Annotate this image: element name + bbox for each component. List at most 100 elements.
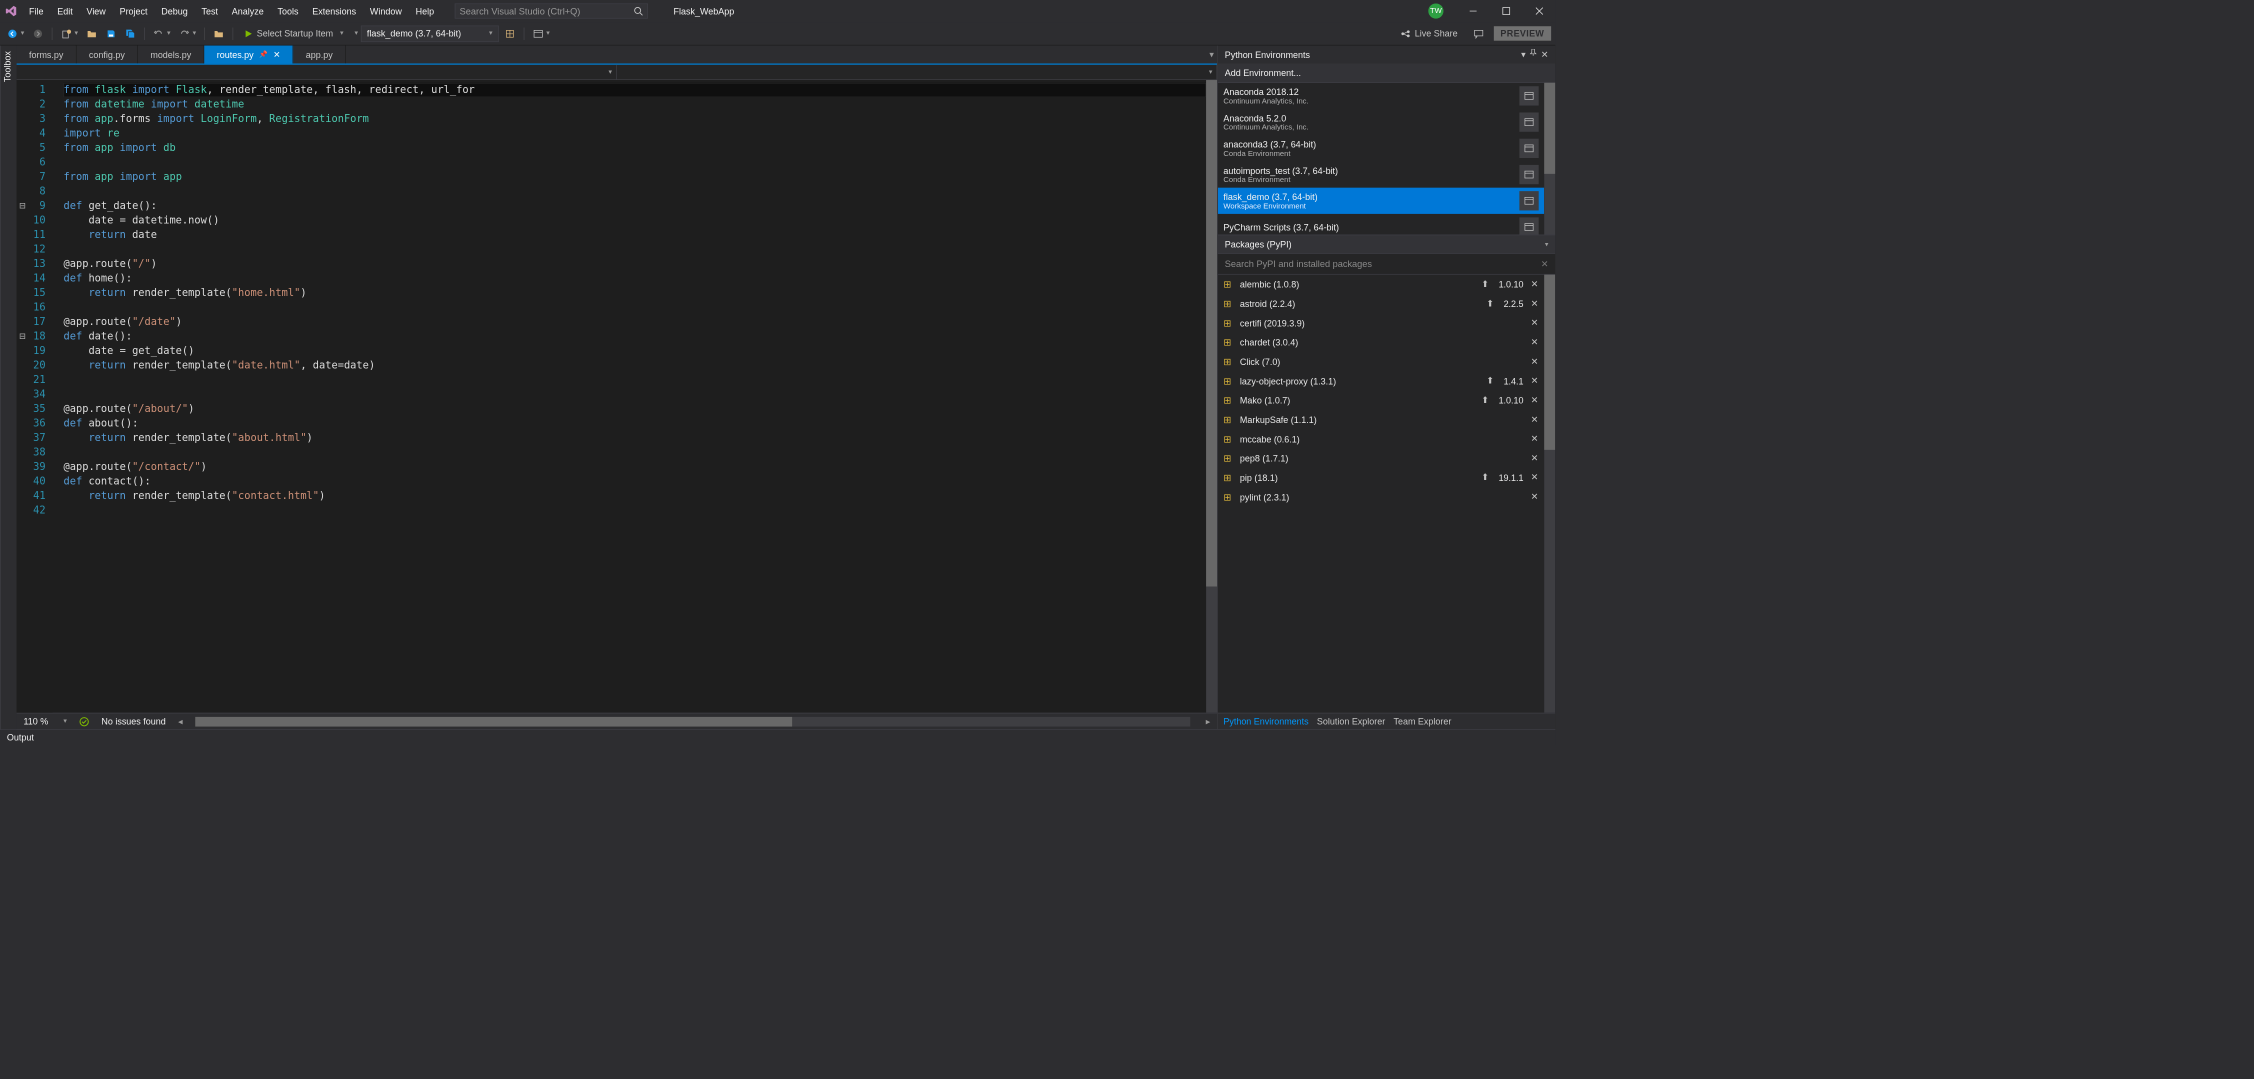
code-line[interactable]: from app import db xyxy=(64,141,1207,155)
document-tab-config-py[interactable]: config.py xyxy=(76,46,137,64)
package-row[interactable]: ⊞certifi (2019.3.9)✕ xyxy=(1218,313,1544,332)
code-line[interactable]: @app.route("/") xyxy=(64,257,1207,271)
panel-tab-team-explorer[interactable]: Team Explorer xyxy=(1394,716,1452,726)
python-env-dropdown[interactable]: flask_demo (3.7, 64-bit) ▾ xyxy=(361,25,499,42)
code-line[interactable]: @app.route("/about/") xyxy=(64,402,1207,416)
code-line[interactable]: @app.route("/date") xyxy=(64,315,1207,329)
open-env-window-icon[interactable] xyxy=(1519,217,1538,234)
environment-row[interactable]: Anaconda 2018.12Continuum Analytics, Inc… xyxy=(1218,83,1544,109)
fold-icon[interactable]: ⊟ xyxy=(19,199,25,213)
code-line[interactable]: import re xyxy=(64,126,1207,140)
panel-close-icon[interactable]: ✕ xyxy=(1541,49,1549,60)
code-line[interactable] xyxy=(64,300,1207,314)
env-list-vscrollbar[interactable] xyxy=(1544,83,1555,235)
menu-item-project[interactable]: Project xyxy=(113,0,155,22)
uninstall-package-icon[interactable]: ✕ xyxy=(1530,491,1538,502)
close-tab-icon[interactable]: ✕ xyxy=(273,50,280,60)
uninstall-package-icon[interactable]: ✕ xyxy=(1530,317,1538,328)
pkg-list-vscrollbar[interactable] xyxy=(1544,275,1555,713)
package-row[interactable]: ⊞MarkupSafe (1.1.1)✕ xyxy=(1218,410,1544,429)
menu-item-window[interactable]: Window xyxy=(363,0,409,22)
code-line[interactable]: return render_template("about.html") xyxy=(64,431,1207,445)
code-line[interactable] xyxy=(64,445,1207,459)
code-line[interactable]: from flask import Flask, render_template… xyxy=(64,83,1207,97)
zoom-caret-icon[interactable]: ▾ xyxy=(63,718,66,726)
code-line[interactable]: def home(): xyxy=(64,271,1207,285)
package-row[interactable]: ⊞astroid (2.2.4)⬆2.2.5✕ xyxy=(1218,294,1544,313)
panel-tab-python-environments[interactable]: Python Environments xyxy=(1223,716,1308,726)
toolbox-tab[interactable]: Toolbox xyxy=(0,46,17,730)
editor-hscrollbar[interactable] xyxy=(195,717,1191,727)
environment-row[interactable]: autoimports_test (3.7, 64-bit)Conda Envi… xyxy=(1218,161,1544,187)
nav-dropdown-right[interactable]: ▾ xyxy=(617,65,1217,79)
package-row[interactable]: ⊞pep8 (1.7.1)✕ xyxy=(1218,449,1544,468)
pin-icon[interactable]: 📌 xyxy=(259,51,268,59)
package-row[interactable]: ⊞Mako (1.0.7)⬆1.0.10✕ xyxy=(1218,391,1544,410)
package-search-box[interactable]: ✕ xyxy=(1218,254,1555,275)
folder-button[interactable] xyxy=(211,25,228,42)
close-button[interactable] xyxy=(1524,0,1556,22)
document-tab-models-py[interactable]: models.py xyxy=(138,46,204,64)
code-line[interactable]: def date(): xyxy=(64,329,1207,343)
zoom-level[interactable]: 110 % xyxy=(23,716,48,726)
tabstrip-overflow[interactable]: ▾ xyxy=(1206,46,1217,64)
menu-item-test[interactable]: Test xyxy=(195,0,225,22)
feedback-button[interactable] xyxy=(1470,25,1487,42)
package-row[interactable]: ⊞alembic (1.0.8)⬆1.0.10✕ xyxy=(1218,275,1544,294)
open-env-window-icon[interactable] xyxy=(1519,139,1538,158)
code-line[interactable] xyxy=(64,184,1207,198)
open-env-window-icon[interactable] xyxy=(1519,165,1538,184)
menu-item-debug[interactable]: Debug xyxy=(154,0,194,22)
code-line[interactable]: date = get_date() xyxy=(64,344,1207,358)
clear-search-icon[interactable]: ✕ xyxy=(1541,258,1549,269)
uninstall-package-icon[interactable]: ✕ xyxy=(1530,337,1538,348)
code-line[interactable] xyxy=(64,242,1207,256)
menu-item-view[interactable]: View xyxy=(80,0,113,22)
package-search-input[interactable] xyxy=(1225,259,1541,269)
panel-dropdown-icon[interactable]: ▾ xyxy=(1521,49,1526,60)
panel-tab-solution-explorer[interactable]: Solution Explorer xyxy=(1317,716,1385,726)
packages-source-dropdown[interactable]: Packages (PyPI) ▾ xyxy=(1218,235,1555,254)
fold-icon[interactable]: ⊟ xyxy=(19,329,25,343)
uninstall-package-icon[interactable]: ✕ xyxy=(1530,279,1538,290)
uninstall-package-icon[interactable]: ✕ xyxy=(1530,453,1538,464)
open-env-window-icon[interactable] xyxy=(1519,191,1538,210)
code-line[interactable] xyxy=(64,373,1207,387)
code-line[interactable]: def contact(): xyxy=(64,474,1207,488)
nav-forward-button[interactable] xyxy=(30,25,47,42)
open-env-window-icon[interactable] xyxy=(1519,112,1538,131)
uninstall-package-icon[interactable]: ✕ xyxy=(1530,375,1538,386)
menu-item-extensions[interactable]: Extensions xyxy=(305,0,363,22)
code-content[interactable]: from flask import Flask, render_template… xyxy=(52,80,1206,713)
code-line[interactable]: @app.route("/contact/") xyxy=(64,460,1207,474)
panel-pin-icon[interactable] xyxy=(1530,49,1537,60)
code-line[interactable]: from app.forms import LoginForm, Registr… xyxy=(64,112,1207,126)
uninstall-package-icon[interactable]: ✕ xyxy=(1530,472,1538,483)
maximize-button[interactable] xyxy=(1490,0,1522,22)
document-tab-routes-py[interactable]: routes.py📌✕ xyxy=(204,46,293,64)
uninstall-package-icon[interactable]: ✕ xyxy=(1530,395,1538,406)
redo-button[interactable]: ▾ xyxy=(176,25,199,42)
scroll-right-icon[interactable]: ▸ xyxy=(1206,716,1211,727)
package-row[interactable]: ⊞Click (7.0)✕ xyxy=(1218,352,1544,371)
menu-item-analyze[interactable]: Analyze xyxy=(225,0,271,22)
package-row[interactable]: ⊞pip (18.1)⬆19.1.1✕ xyxy=(1218,468,1544,487)
uninstall-package-icon[interactable]: ✕ xyxy=(1530,298,1538,309)
open-env-window-icon[interactable] xyxy=(1519,86,1538,105)
environment-row[interactable]: PyCharm Scripts (3.7, 64-bit) xyxy=(1218,214,1544,235)
environment-row[interactable]: flask_demo (3.7, 64-bit)Workspace Enviro… xyxy=(1218,188,1544,214)
menu-item-edit[interactable]: Edit xyxy=(50,0,79,22)
environment-row[interactable]: Anaconda 5.2.0Continuum Analytics, Inc. xyxy=(1218,109,1544,135)
document-tab-forms-py[interactable]: forms.py xyxy=(17,46,77,64)
editor-vscrollbar[interactable] xyxy=(1206,80,1217,713)
menu-item-tools[interactable]: Tools xyxy=(271,0,306,22)
save-all-button[interactable] xyxy=(122,25,139,42)
undo-button[interactable]: ▾ xyxy=(150,25,173,42)
quick-search-box[interactable] xyxy=(455,3,648,18)
issues-label[interactable]: No issues found xyxy=(101,716,165,726)
module-icon-button[interactable] xyxy=(501,25,518,42)
scroll-left-icon[interactable]: ◂ xyxy=(178,716,183,727)
save-button[interactable] xyxy=(103,25,120,42)
update-available-icon[interactable]: ⬆ xyxy=(1481,395,1489,406)
code-line[interactable] xyxy=(64,155,1207,169)
